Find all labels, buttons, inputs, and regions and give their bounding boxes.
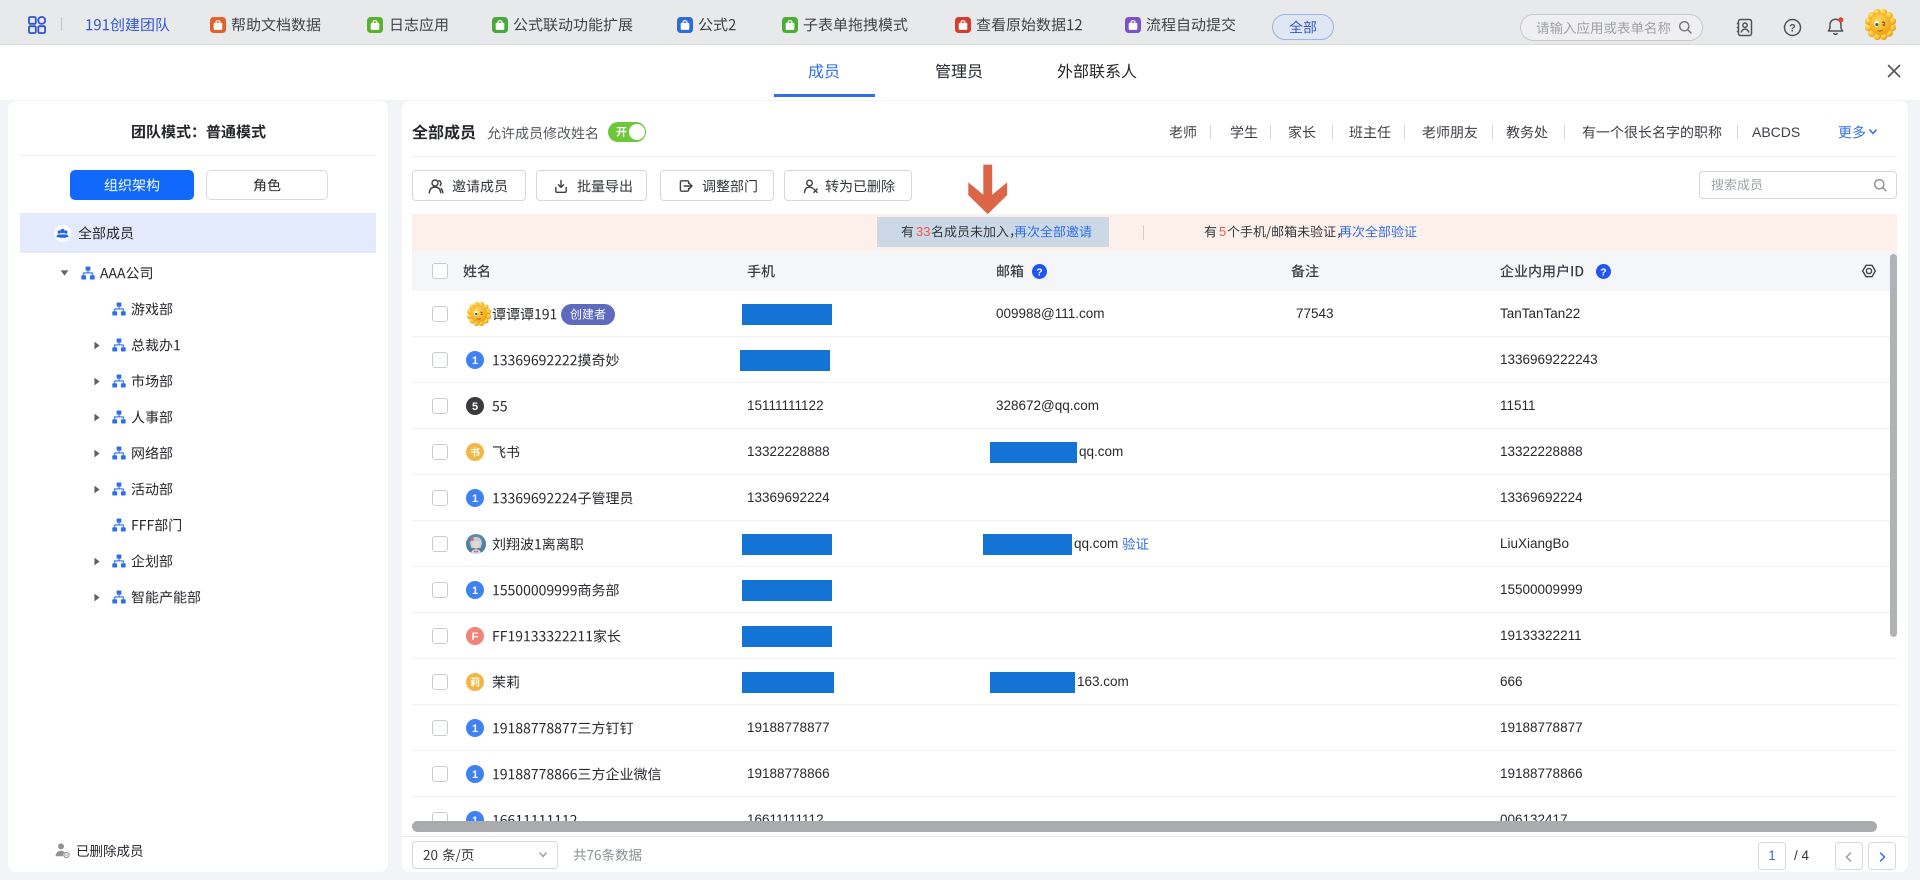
- svg-text:?: ?: [1036, 266, 1042, 278]
- svg-text:?: ?: [1789, 22, 1796, 34]
- svg-text:?: ?: [1600, 266, 1606, 278]
